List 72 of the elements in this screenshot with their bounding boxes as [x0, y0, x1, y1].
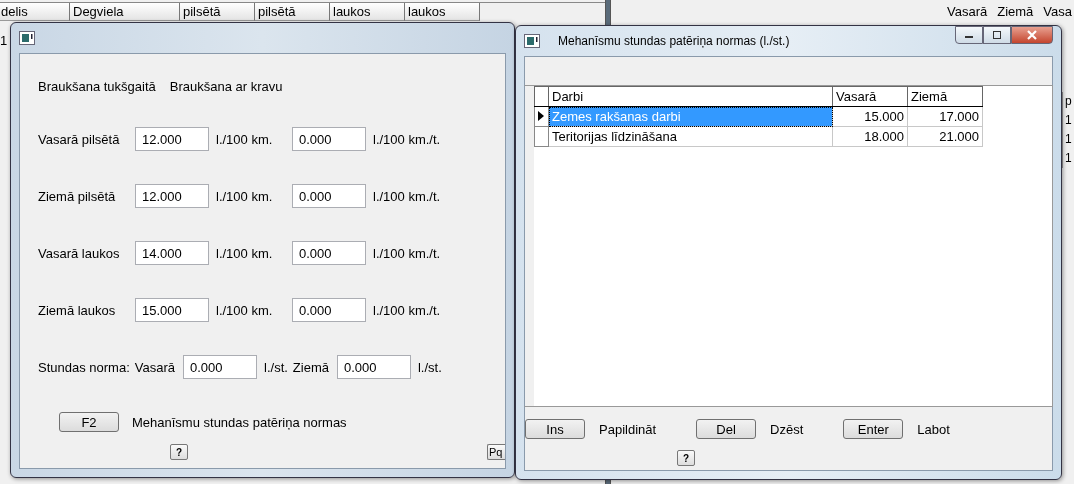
close-icon	[1026, 30, 1038, 40]
table-cell: 15.000	[832, 106, 908, 127]
table-cell-text: 1	[1064, 150, 1073, 167]
unit-label: l./100 km.	[216, 131, 274, 147]
input-field[interactable]: 12.000	[135, 127, 209, 151]
column-header: Darbi	[548, 86, 833, 107]
unit-label: l./100 km./t.	[373, 302, 441, 318]
field-label: Stundas norma:	[38, 359, 130, 375]
input-field[interactable]: 0.000	[292, 241, 366, 265]
unit-label: l./100 km./t.	[373, 131, 441, 147]
column-header: Degviela	[70, 3, 180, 21]
unit-label: l./100 km.	[216, 188, 274, 204]
cut-off-button[interactable]: Pq	[487, 444, 505, 460]
column-header: laukos	[330, 3, 405, 21]
button-caption: Papildināt	[599, 421, 657, 437]
close-button[interactable]	[1011, 26, 1053, 44]
table-cell-text: 1	[1064, 112, 1073, 129]
unit-label: l./100 km.	[216, 245, 274, 261]
input-field[interactable]: 15.000	[135, 298, 209, 322]
column-header: pilsētā	[180, 3, 255, 21]
maximize-button[interactable]	[983, 26, 1011, 44]
field-label: Ziemā pilsētā	[38, 188, 117, 204]
column-header: Vasa	[1043, 4, 1072, 19]
input-field[interactable]: 14.000	[135, 241, 209, 265]
column-header: p	[1064, 93, 1073, 110]
unit-label: l./100 km./t.	[373, 188, 441, 204]
button-caption: Labot	[917, 421, 950, 437]
row-number: 1	[0, 33, 8, 48]
table-cell: Teritorijas līdzināšana	[548, 126, 833, 147]
table-cell-text: 1	[1064, 131, 1073, 148]
field-label: Ziemā laukos	[38, 302, 117, 318]
column-header: Ziemā	[997, 4, 1034, 19]
table-cell: 17.000	[907, 106, 983, 127]
field-label: Vasarā	[134, 359, 175, 375]
column-header: Vasarā	[832, 86, 908, 107]
input-field[interactable]: 0.000	[183, 355, 257, 379]
row-pointer-icon	[538, 111, 544, 121]
column-header: pilsētā	[255, 3, 330, 21]
column-label: Braukšana ar kravu	[169, 79, 283, 94]
help-button[interactable]: ?	[170, 444, 188, 460]
f2-button[interactable]: F2	[59, 412, 119, 432]
window-icon	[524, 34, 540, 48]
table-cell: 21.000	[907, 126, 983, 147]
button-caption: Mehanīsmu stundas patēriņa normas	[132, 414, 347, 430]
unit-label: l./st.	[418, 359, 442, 375]
window-title: Mehanīsmu stundas patēriņa normas (l./st.)	[558, 34, 790, 48]
column-label: Braukšana tukšgaitā	[38, 79, 156, 94]
unit-label: l./100 km./t.	[373, 245, 441, 261]
field-label: Vasarā pilsētā	[38, 131, 121, 147]
input-field[interactable]: 12.000	[135, 184, 209, 208]
window-icon	[19, 31, 35, 45]
input-field[interactable]: 0.000	[292, 184, 366, 208]
column-header: Vasarā	[946, 4, 988, 19]
minimize-button[interactable]	[955, 26, 983, 44]
column-header: Ziemā	[907, 86, 983, 107]
help-button[interactable]: ?	[677, 450, 695, 466]
row-selector[interactable]	[534, 106, 549, 127]
button-caption: Dzēst	[770, 421, 804, 437]
column-header: delis	[0, 3, 70, 21]
unit-label: l./st.	[264, 359, 288, 375]
maximize-icon	[992, 31, 1002, 39]
action-button[interactable]: Ins	[525, 419, 585, 439]
field-label: Ziemā	[292, 359, 329, 375]
input-field[interactable]: 0.000	[292, 127, 366, 151]
field-label: Vasarā laukos	[38, 245, 121, 261]
action-button[interactable]: Del	[696, 419, 757, 439]
column-header: laukos	[405, 3, 480, 21]
action-button[interactable]: Enter	[843, 419, 904, 439]
input-field[interactable]: 0.000	[292, 298, 366, 322]
unit-label: l./100 km.	[216, 302, 274, 318]
input-field[interactable]: 0.000	[337, 355, 411, 379]
table-cell: 18.000	[832, 126, 908, 147]
